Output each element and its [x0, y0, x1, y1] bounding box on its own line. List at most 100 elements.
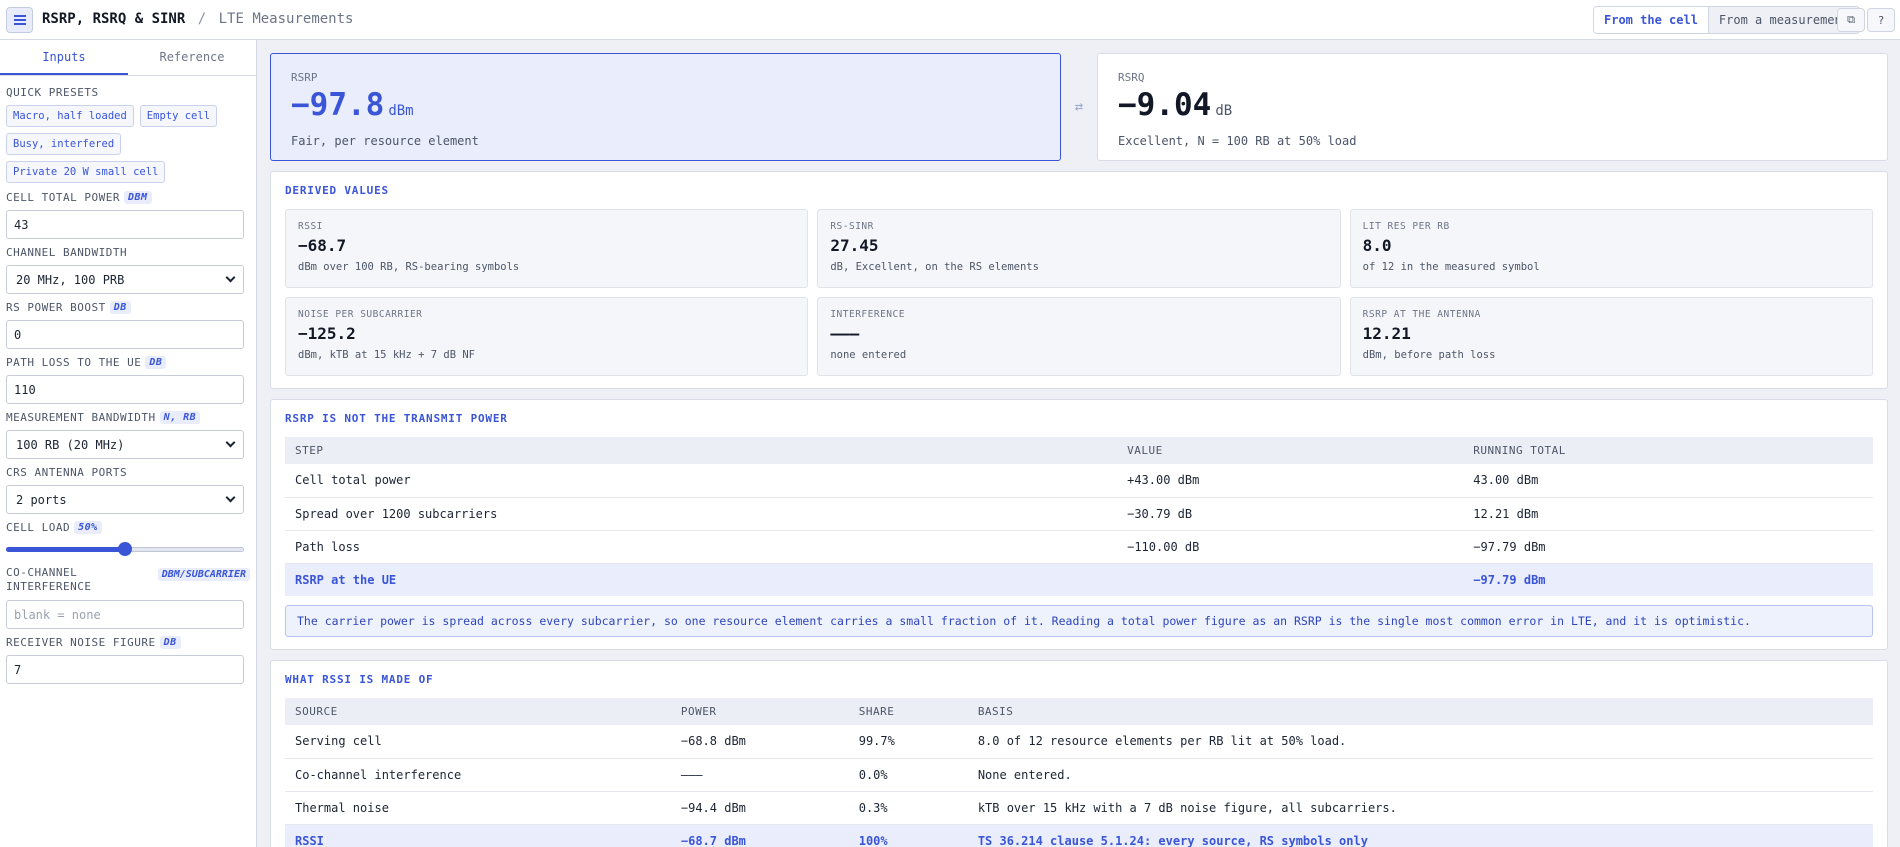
table-cell: kTB over 15 kHz with a 7 dB noise figure…: [967, 791, 1873, 825]
cell-load-slider[interactable]: [6, 540, 244, 558]
column-header: Running total: [1463, 437, 1873, 464]
table-cell: −110.00 dB: [1117, 530, 1464, 564]
column-header: Step: [285, 437, 1118, 464]
rsrp-card[interactable]: RSRP −97.8 dBm Fair, per resource element: [270, 53, 1061, 161]
rsrp-key: RSRP: [291, 71, 318, 84]
cell-load-value-tag: 50%: [74, 521, 102, 534]
table-cell: 100%: [848, 824, 968, 847]
table-cell: None entered.: [967, 758, 1873, 792]
crs-ports-select[interactable]: 2 ports: [6, 485, 244, 514]
cell-total-power-label-text: Cell total power: [6, 191, 120, 204]
preset-private-small-cell-button[interactable]: Private 20 W small cell: [6, 161, 166, 183]
table-cell: Cell total power: [285, 464, 1118, 498]
noise-figure-input[interactable]: [6, 655, 244, 684]
mode-from-cell-button[interactable]: From the cell: [1594, 7, 1709, 33]
table-cell: −97.79 dBm: [1463, 563, 1873, 596]
tab-reference[interactable]: Reference: [128, 40, 256, 75]
preset-empty-cell-button[interactable]: Empty cell: [139, 105, 218, 127]
table-cell: RSRP at the UE: [285, 563, 1118, 596]
sidebar: Inputs Reference Quick presets Macro, ha…: [0, 40, 257, 847]
presets-label: Quick presets: [6, 86, 99, 99]
unit-tag: dBm: [123, 191, 152, 204]
table-row: Spread over 1200 subcarriers −30.79 dB 1…: [285, 497, 1873, 531]
column-header: Share: [848, 698, 968, 725]
measurement-bandwidth-label-text: Measurement bandwidth: [6, 411, 156, 424]
rs-power-boost-input[interactable]: [6, 320, 244, 349]
swap-arrows-icon[interactable]: ⇄: [1061, 53, 1097, 161]
derived-cell-value: −125.2: [298, 324, 356, 343]
rsrp-value: −97.8: [291, 87, 385, 123]
derived-cell-desc: none entered: [830, 349, 907, 361]
table-cell: Path loss: [285, 530, 1118, 564]
table-cell: TS 36.214 clause 5.1.24: every source, R…: [967, 824, 1873, 847]
chevron-down-icon: [225, 437, 236, 448]
unit-tag: dB: [159, 636, 181, 649]
chevron-down-icon: [225, 492, 236, 503]
measurement-bandwidth-label: Measurement bandwidth N, RB: [6, 411, 250, 424]
rs-power-boost-label: RS power boost dB: [6, 301, 250, 314]
rsrq-card[interactable]: RSRQ −9.04 dB Excellent, N = 100 RB at 50…: [1097, 53, 1888, 161]
cell-load-label: Cell load 50%: [6, 521, 250, 534]
derived-values-panel: Derived values RSSI −68.7 dBm over 100 R…: [270, 171, 1888, 389]
preset-busy-interfered-button[interactable]: Busy, interfered: [6, 133, 122, 155]
cochannel-interference-label-text: Co-channel interference: [6, 566, 92, 593]
table-cell: −94.4 dBm: [670, 791, 849, 825]
channel-bandwidth-value: 20 MHz, 100 PRB: [16, 272, 125, 287]
table-header-row: Step Value Running total: [285, 437, 1873, 464]
derived-cell-value: 27.45: [830, 236, 879, 255]
preset-macro-half-loaded-button[interactable]: Macro, half loaded: [6, 105, 134, 127]
cochannel-interference-input[interactable]: [6, 600, 244, 629]
measurement-bandwidth-value: 100 RB (20 MHz): [16, 437, 125, 452]
table-cell: Co-channel interference: [285, 758, 671, 792]
help-icon[interactable]: ?: [1867, 8, 1895, 32]
table-cell: Thermal noise: [285, 791, 671, 825]
transmit-power-panel: RSRP is not the transmit power Step Valu…: [270, 399, 1888, 650]
unit-tag: dBm/subcarrier: [157, 568, 250, 581]
table-cell: −30.79 dB: [1117, 497, 1464, 531]
transmit-power-table: Step Value Running total Cell total powe…: [285, 437, 1873, 596]
cochannel-interference-label: Co-channel interference dBm/subcarrier: [6, 566, 250, 594]
hamburger-menu-icon[interactable]: [6, 7, 33, 33]
derived-cell-interference: Interference ——— none entered: [817, 297, 1341, 376]
derived-cell-key: Lit REs per RB: [1362, 221, 1450, 232]
table-total-row: RSSI −68.7 dBm 100% TS 36.214 clause 5.1…: [285, 824, 1873, 847]
rssi-composition-title: What RSSI is made of: [285, 673, 434, 686]
mode-toggle: From the cell From a measurement: [1593, 6, 1860, 34]
page-title: RSRP, RSRQ & SINR: [42, 11, 186, 27]
measurement-bandwidth-select[interactable]: 100 RB (20 MHz): [6, 430, 244, 459]
crs-ports-label: CRS antenna ports: [6, 466, 128, 479]
table-cell: Serving cell: [285, 725, 671, 759]
derived-cell-lit-res: Lit REs per RB 8.0 of 12 in the measured…: [1349, 209, 1873, 288]
path-loss-input[interactable]: [6, 375, 244, 404]
derived-cell-value: −68.7: [298, 236, 347, 255]
derived-cell-rssi: RSSI −68.7 dBm over 100 RB, RS-bearing s…: [285, 209, 809, 288]
derived-cell-desc: of 12 in the measured symbol: [1362, 261, 1540, 273]
tab-inputs[interactable]: Inputs: [0, 40, 128, 75]
cell-load-label-text: Cell load: [6, 521, 71, 534]
table-total-row: RSRP at the UE −97.79 dBm: [285, 563, 1873, 596]
transmit-power-note: The carrier power is spread across every…: [285, 605, 1873, 637]
derived-values-grid: RSSI −68.7 dBm over 100 RB, RS-bearing s…: [285, 209, 1873, 376]
derived-cell-value: 8.0: [1362, 236, 1392, 255]
rsrq-desc: Excellent, N = 100 RB at 50% load: [1118, 134, 1357, 148]
transmit-power-title: RSRP is not the transmit power: [285, 412, 508, 425]
channel-bandwidth-select[interactable]: 20 MHz, 100 PRB: [6, 265, 244, 294]
table-cell: +43.00 dBm: [1117, 464, 1464, 498]
rs-power-boost-label-text: RS power boost: [6, 301, 106, 314]
table-row: Cell total power +43.00 dBm 43.00 dBm: [285, 464, 1873, 498]
crs-ports-value: 2 ports: [16, 492, 67, 507]
copy-icon[interactable]: ⧉: [1837, 8, 1865, 32]
cell-total-power-input[interactable]: [6, 210, 244, 239]
rsrq-unit: dB: [1215, 103, 1233, 119]
table-cell: [1117, 563, 1464, 596]
table-cell: −68.7 dBm: [670, 824, 849, 847]
derived-cell-key: RS-SINR: [830, 221, 874, 232]
noise-figure-label: Receiver noise figure dB: [6, 636, 250, 649]
slider-thumb[interactable]: [118, 542, 132, 556]
presets-list: Macro, half loaded Empty cell Busy, inte…: [6, 105, 250, 183]
table-cell: Spread over 1200 subcarriers: [285, 497, 1118, 531]
hero-row: RSRP −97.8 dBm Fair, per resource element…: [270, 53, 1888, 161]
sidebar-tabs: Inputs Reference: [0, 40, 256, 76]
table-cell: −68.8 dBm: [670, 725, 849, 759]
path-loss-label-text: Path loss to the UE: [6, 356, 142, 369]
